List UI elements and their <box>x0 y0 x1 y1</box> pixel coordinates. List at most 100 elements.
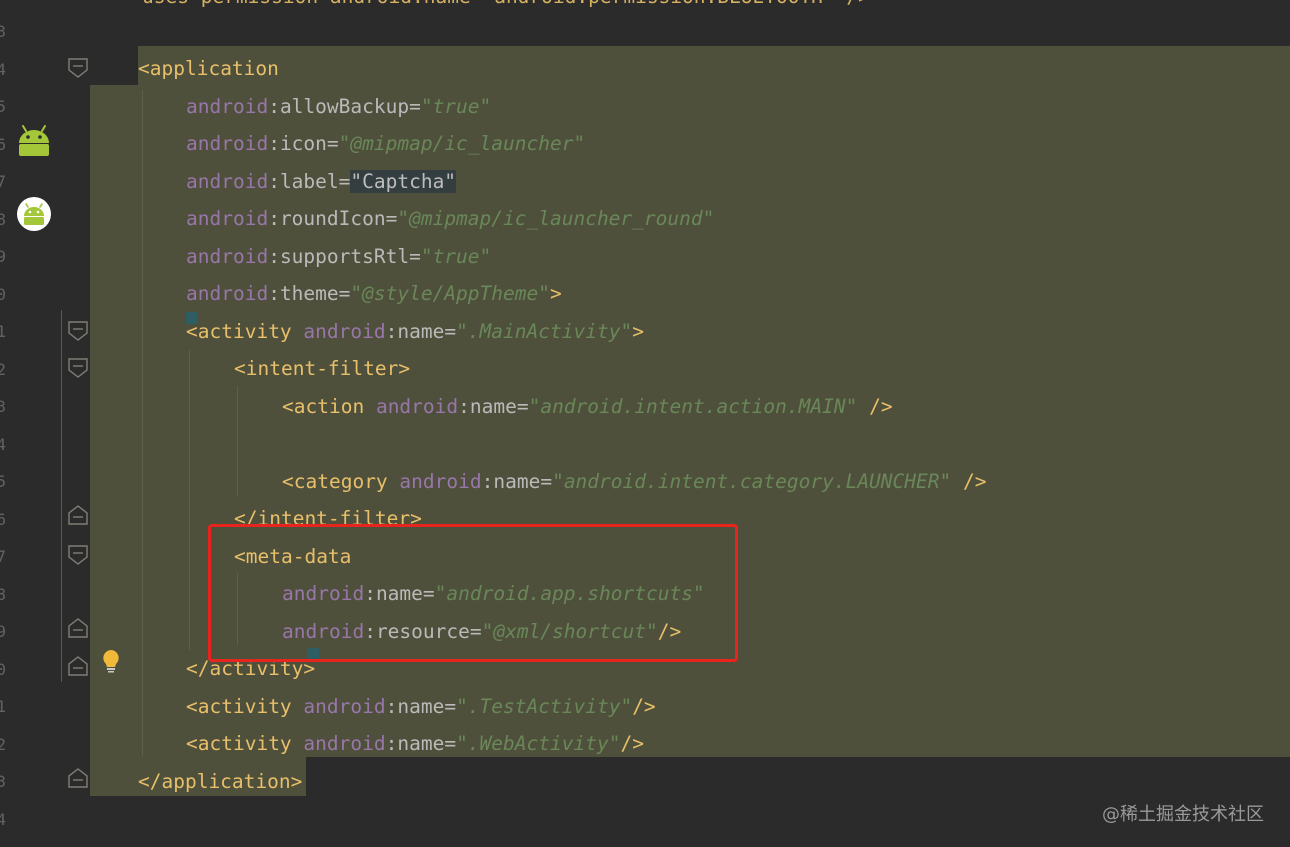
fold-icon[interactable] <box>67 768 89 788</box>
code-line[interactable]: <application <box>138 50 279 87</box>
code-line[interactable]: android:icon="@mipmap/ic_launcher" <box>186 125 585 162</box>
lightbulb-icon[interactable] <box>101 649 121 677</box>
line-number: 3 <box>0 397 6 416</box>
code-token: icon <box>279 132 327 155</box>
fold-icon[interactable] <box>67 505 89 525</box>
line-number: 3 <box>0 22 6 41</box>
code-token: /> <box>620 732 644 755</box>
code-token: android <box>186 132 269 155</box>
code-token: /> <box>951 469 987 493</box>
code-token: = <box>516 394 529 418</box>
code-token: "android.intent.category.LAUNCHER" <box>552 469 952 493</box>
code-line[interactable]: <category android:name="android.intent.c… <box>282 463 986 500</box>
line-number: 4 <box>0 59 6 79</box>
code-line[interactable]: android:label="Captcha" <box>186 163 457 200</box>
code-token: label <box>279 169 339 193</box>
android-round-icon[interactable] <box>16 196 52 236</box>
code-token: android <box>186 169 269 193</box>
code-token: application <box>149 57 279 80</box>
android-icon[interactable] <box>16 123 52 163</box>
indent-guide <box>189 350 190 650</box>
line-number: 7 <box>0 172 6 191</box>
fold-icon[interactable] <box>67 618 89 638</box>
code-token: allowBackup <box>279 94 410 118</box>
code-token: < <box>282 469 294 493</box>
line-number: 9 <box>0 247 6 266</box>
code-token: name <box>397 319 445 343</box>
code-line[interactable]: <activity android:name=".WebActivity"/> <box>186 725 644 762</box>
code-token: : <box>268 132 280 155</box>
code-token: > <box>398 357 411 380</box>
code-line[interactable]: </application> <box>138 763 302 800</box>
line-number: 0 <box>0 284 6 304</box>
code-token: = <box>409 244 421 268</box>
code-token: category <box>293 469 388 493</box>
fold-icon[interactable] <box>67 321 89 341</box>
code-token: intent-filter <box>245 357 399 380</box>
line-number-gutter: 3 4 5 6 7 8 9 0 1 2 3 4 5 6 7 8 9 0 1 2 3 4 <box>0 0 14 847</box>
fold-icon[interactable] <box>67 545 89 565</box>
code-token: name <box>469 394 517 418</box>
code-line[interactable]: <activity android:name=".TestActivity"/> <box>186 688 656 725</box>
code-line[interactable]: android:allowBackup="true" <box>186 88 491 125</box>
code-token: android <box>186 244 269 268</box>
line-number: 8 <box>0 209 6 229</box>
code-token: "android.intent.action.MAIN" <box>528 394 858 418</box>
code-token: = <box>444 694 457 718</box>
fold-icon[interactable] <box>67 58 89 78</box>
gutter-separator <box>61 310 62 682</box>
code-token: : <box>458 394 470 418</box>
code-token: name <box>397 732 445 755</box>
partial-top-line: uses-permission android:name="android.pe… <box>142 0 870 15</box>
code-token: ".TestActivity" <box>456 694 633 718</box>
line-number: 8 <box>0 584 6 604</box>
code-token: </ <box>186 657 210 680</box>
code-token: < <box>186 732 198 755</box>
line-number: 6 <box>0 134 6 154</box>
code-line[interactable]: android:supportsRtl="true" <box>186 238 491 275</box>
code-token: = <box>540 469 553 493</box>
line-number: 2 <box>0 359 6 379</box>
code-token: roundIcon <box>279 207 386 230</box>
code-token: : <box>385 694 398 718</box>
line-number: 4 <box>0 809 6 829</box>
code-token: android <box>186 282 269 305</box>
line-number: 6 <box>0 509 6 529</box>
code-token: "true" <box>420 94 492 118</box>
code-token: "@mipmap/ic_launcher_round" <box>397 207 715 230</box>
fold-icon[interactable] <box>67 358 89 378</box>
code-line[interactable]: <intent-filter> <box>234 350 410 387</box>
code-token: < <box>282 394 294 418</box>
code-token: = <box>444 319 457 343</box>
code-token: : <box>268 282 280 305</box>
code-line[interactable]: <action android:name="android.intent.act… <box>282 388 893 425</box>
line-number: 2 <box>0 734 6 754</box>
code-token: = <box>385 207 398 230</box>
code-line[interactable]: android:roundIcon="@mipmap/ic_launcher_r… <box>186 200 714 237</box>
code-token: name <box>493 469 541 493</box>
fold-icon[interactable] <box>67 656 89 676</box>
line-number: 0 <box>0 659 6 679</box>
code-token: /> <box>857 394 893 418</box>
code-token: : <box>268 207 280 230</box>
line-number: 1 <box>0 697 6 716</box>
code-token: < <box>234 357 246 380</box>
code-line[interactable]: <activity android:name=".MainActivity"> <box>186 313 644 350</box>
code-token: : <box>481 469 494 493</box>
code-token: activity <box>197 732 292 755</box>
watermark: @稀土掘金技术社区 <box>1102 804 1264 825</box>
code-token: : <box>268 169 280 193</box>
code-token: activity <box>197 694 292 718</box>
code-token: action <box>293 394 365 418</box>
code-token: = <box>338 282 351 305</box>
code-token: > <box>549 282 562 305</box>
code-editor[interactable]: 3 4 5 6 7 8 9 0 1 2 3 4 5 6 7 8 9 0 1 2 3 4 uses-permission a… <box>0 0 1290 847</box>
code-token: : <box>385 732 398 755</box>
code-token: android <box>303 694 386 718</box>
code-line[interactable]: android:theme="@style/AppTheme"> <box>186 275 562 312</box>
code-token: supportsRtl <box>279 244 410 268</box>
